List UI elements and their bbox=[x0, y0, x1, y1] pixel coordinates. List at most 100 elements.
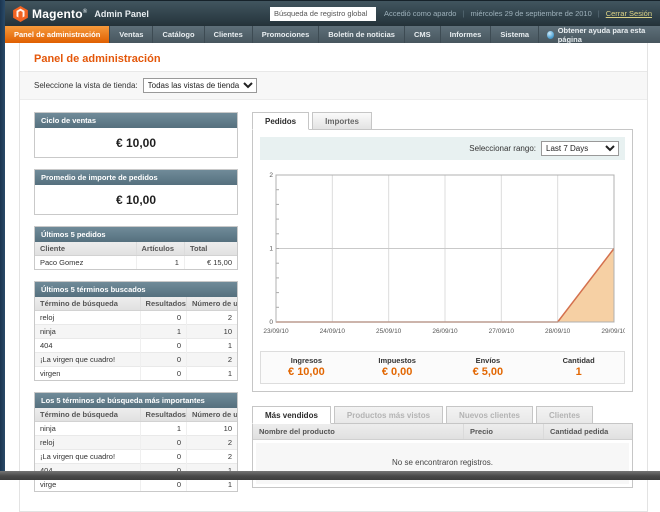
last-orders-table: Cliente Artículos Total Paco Gomez 1 € 1… bbox=[35, 242, 237, 269]
stat-label: Cantidad bbox=[562, 356, 595, 365]
sales-cycle-value: € 10,00 bbox=[115, 136, 157, 150]
column-header: Resultados bbox=[140, 408, 187, 422]
table-row[interactable]: virgen 0 1 bbox=[35, 366, 237, 380]
brand-subtitle: Admin Panel bbox=[94, 8, 149, 19]
column-header: Total bbox=[184, 242, 237, 256]
cell-results: 1 bbox=[140, 324, 187, 339]
tab-most-viewed[interactable]: Productos más vistos bbox=[333, 406, 444, 424]
nav-item-dashboard[interactable]: Panel de administración bbox=[5, 26, 111, 43]
stat-value: € 5,00 bbox=[472, 366, 504, 378]
tab-orders[interactable]: Pedidos bbox=[252, 112, 310, 130]
stat-shipping: Envíos € 5,00 bbox=[443, 356, 534, 378]
registered-mark: ® bbox=[82, 8, 88, 15]
tab-amounts[interactable]: Importes bbox=[312, 112, 372, 130]
totals-bar: Ingresos € 10,00 Impuestos € 0,00 Envíos… bbox=[260, 351, 625, 384]
column-header: Cantidad pedida bbox=[550, 427, 609, 436]
dashboard-columns: Ciclo de ventas € 10,00 Promedio de impo… bbox=[20, 100, 647, 503]
page-title: Panel de administración bbox=[20, 43, 647, 72]
column-header: Término de búsqueda bbox=[35, 408, 141, 422]
cell-results: 0 bbox=[140, 338, 187, 353]
last-search-terms-panel: Últimos 5 términos buscados Término de b… bbox=[34, 281, 238, 381]
cell-uses: 2 bbox=[186, 435, 237, 450]
header-right: Accedió como apardo | miércoles 29 de se… bbox=[269, 6, 652, 21]
cell-uses: 2 bbox=[186, 310, 237, 325]
table-row[interactable]: ninja 1 10 bbox=[35, 324, 237, 339]
column-header: Número de usos bbox=[186, 297, 237, 311]
nav-item-system[interactable]: Sistema bbox=[491, 26, 540, 43]
bottom-frame-bar bbox=[0, 471, 660, 480]
tab-customers[interactable]: Clientes bbox=[535, 406, 594, 424]
nav-item-promotions[interactable]: Promociones bbox=[253, 26, 320, 43]
chart-tabs: Pedidos Importes bbox=[252, 112, 633, 130]
cell-results: 0 bbox=[140, 366, 187, 380]
magento-logo-icon bbox=[13, 5, 28, 22]
nav-item-cms[interactable]: CMS bbox=[405, 26, 441, 43]
table-row[interactable]: ¡La virgen que cuadro! 0 2 bbox=[35, 352, 237, 367]
table-row[interactable]: 404 0 1 bbox=[35, 338, 237, 353]
tab-new-customers[interactable]: Nuevos clientes bbox=[446, 406, 533, 424]
orders-chart: 0 1 2 23/09/10 24/09/10 25/09/10 26/09/10 27/09… bbox=[263, 172, 627, 335]
column-header: Cliente bbox=[35, 242, 137, 256]
svg-text:23/09/10: 23/09/10 bbox=[263, 328, 289, 335]
cell-total: € 15,00 bbox=[184, 255, 237, 269]
svg-text:25/09/10: 25/09/10 bbox=[376, 328, 402, 335]
logged-in-as: Accedió como apardo bbox=[383, 9, 457, 18]
svg-text:24/09/10: 24/09/10 bbox=[320, 328, 346, 335]
table-row[interactable]: reloj 0 2 bbox=[35, 435, 237, 450]
logout-link[interactable]: Cerrar Sesión bbox=[606, 9, 652, 18]
store-view-select[interactable]: Todas las vistas de tienda bbox=[142, 78, 257, 93]
magento-logo[interactable]: Magento® Admin Panel bbox=[13, 5, 149, 22]
header: Magento® Admin Panel Accedió como apardo… bbox=[5, 0, 660, 26]
stat-value: € 0,00 bbox=[381, 366, 413, 378]
table-row[interactable]: ¡La virgen que cuadro! 0 2 bbox=[35, 449, 237, 464]
nav-item-newsletter[interactable]: Boletín de noticias bbox=[319, 26, 405, 43]
stat-label: Ingresos bbox=[290, 356, 322, 365]
nav-item-customers[interactable]: Clientes bbox=[205, 26, 253, 43]
nav-item-catalog[interactable]: Catálogo bbox=[153, 26, 205, 43]
cell-customer: Paco Gomez bbox=[35, 255, 137, 269]
svg-text:27/09/10: 27/09/10 bbox=[489, 328, 515, 335]
svg-text:29/09/10: 29/09/10 bbox=[601, 328, 625, 335]
column-header: Artículos bbox=[136, 242, 185, 256]
products-tabs: Más vendidos Productos más vistos Nuevos… bbox=[252, 406, 633, 424]
divider: | bbox=[462, 9, 465, 18]
cell-uses: 10 bbox=[186, 421, 237, 436]
cell-term: 404 bbox=[35, 338, 141, 353]
cell-term: ¡La virgen que cuadro! bbox=[35, 449, 141, 464]
brand-name: Magento® bbox=[32, 6, 88, 21]
panel-title: Promedio de importe de pedidos bbox=[35, 170, 237, 185]
nav-item-reports[interactable]: Informes bbox=[441, 26, 492, 43]
help-link[interactable]: Obtener ayuda para esta página bbox=[539, 26, 660, 44]
avg-order-value: € 10,00 bbox=[115, 193, 157, 207]
nav-item-sales[interactable]: Ventas bbox=[110, 26, 154, 43]
panel-title: Los 5 términos de búsqueda más important… bbox=[35, 393, 237, 408]
cell-results: 0 bbox=[140, 310, 187, 325]
panel-title: Ciclo de ventas bbox=[35, 113, 237, 128]
store-view-label: Seleccione la vista de tienda: bbox=[34, 81, 138, 90]
table-row[interactable]: ninja 1 10 bbox=[35, 421, 237, 436]
orders-board: Seleccionar rango: Last 7 Days 0 1 2 23/09/… bbox=[252, 129, 633, 392]
column-header: Nombre del producto bbox=[253, 424, 464, 439]
stat-label: Envíos bbox=[475, 356, 501, 365]
current-date: miércoles 29 de septiembre de 2010 bbox=[470, 9, 592, 18]
tab-bestsellers[interactable]: Más vendidos bbox=[252, 406, 331, 424]
header-user-info: Accedió como apardo | miércoles 29 de se… bbox=[384, 9, 652, 18]
cell-term: ¡La virgen que cuadro! bbox=[35, 352, 141, 367]
sales-cycle-panel: Ciclo de ventas € 10,00 bbox=[34, 112, 238, 158]
stat-revenue: Ingresos € 10,00 bbox=[261, 356, 352, 378]
cell-uses: 1 bbox=[186, 338, 237, 353]
svg-text:1: 1 bbox=[269, 246, 273, 253]
column-header: Número de usos bbox=[186, 408, 237, 422]
cell-results: 1 bbox=[140, 421, 187, 436]
cell-uses: 10 bbox=[186, 324, 237, 339]
column-header: Precio bbox=[464, 424, 544, 439]
range-select[interactable]: Last 7 Days bbox=[541, 141, 619, 156]
table-row[interactable]: reloj 0 2 bbox=[35, 310, 237, 325]
stat-label: Impuestos bbox=[378, 356, 416, 365]
svg-text:2: 2 bbox=[269, 172, 273, 179]
table-row[interactable]: Paco Gomez 1 € 15,00 bbox=[35, 255, 237, 269]
range-label: Seleccionar rango: bbox=[469, 144, 536, 153]
global-search-input[interactable] bbox=[269, 6, 376, 21]
cell-results: 0 bbox=[140, 449, 187, 464]
dashboard-main-column: Pedidos Importes Seleccionar rango: Last… bbox=[252, 112, 633, 503]
